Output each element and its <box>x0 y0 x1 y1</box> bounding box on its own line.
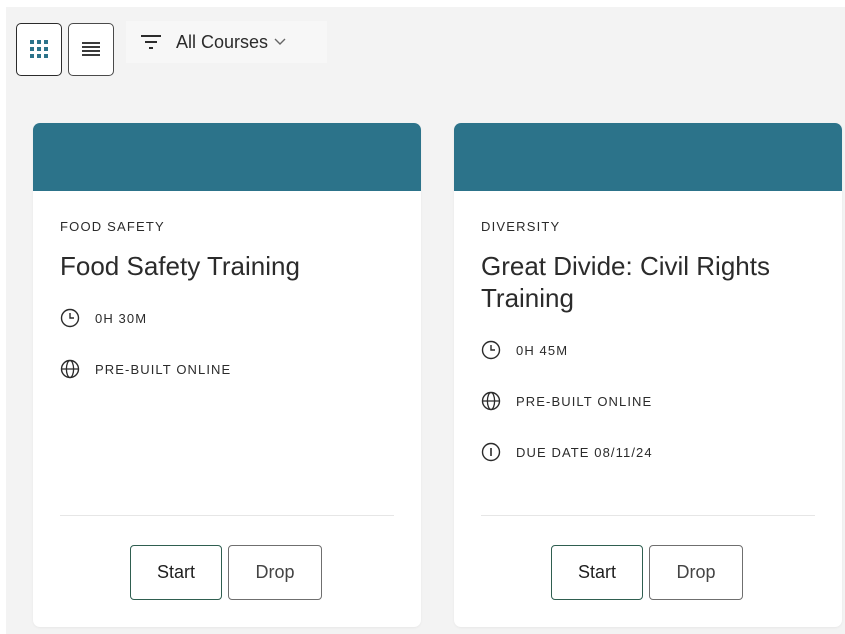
card-divider <box>60 515 394 516</box>
course-format: PRE-BUILT ONLINE <box>60 359 393 379</box>
card-divider <box>481 515 815 516</box>
course-card: FOOD SAFETY Food Safety Training 0H 30M … <box>33 123 421 627</box>
clock-icon <box>481 340 501 360</box>
grid-dots-icon <box>30 40 48 58</box>
course-format-text: PRE-BUILT ONLINE <box>95 361 232 377</box>
clock-icon <box>60 308 80 328</box>
course-due-date: DUE DATE 08/11/24 <box>481 442 814 462</box>
drop-button[interactable]: Drop <box>649 545 743 600</box>
list-view-button[interactable] <box>68 22 114 76</box>
course-title: Great Divide: Civil Rights Training <box>481 251 770 313</box>
course-category: FOOD SAFETY <box>60 219 165 234</box>
drop-button[interactable]: Drop <box>228 545 322 600</box>
start-button[interactable]: Start <box>551 545 643 600</box>
grid-view-button[interactable] <box>16 22 62 76</box>
course-duration: 0H 45M <box>481 340 814 360</box>
card-actions: Start Drop <box>551 545 743 600</box>
course-filter-dropdown[interactable]: All Courses <box>126 21 327 63</box>
course-card: DIVERSITY Great Divide: Civil Rights Tra… <box>454 123 842 627</box>
course-title: Food Safety Training <box>60 251 300 281</box>
list-lines-icon <box>82 42 100 56</box>
course-due-date-text: DUE DATE 08/11/24 <box>516 444 653 460</box>
globe-icon <box>60 359 80 379</box>
info-icon <box>481 442 501 462</box>
globe-icon <box>481 391 501 411</box>
course-card-banner <box>33 123 421 191</box>
chevron-down-icon <box>274 38 286 46</box>
filter-label: All Courses <box>176 31 269 52</box>
card-actions: Start Drop <box>130 545 322 600</box>
filter-icon <box>141 34 163 50</box>
course-duration: 0H 30M <box>60 308 393 328</box>
course-duration-text: 0H 45M <box>516 342 569 358</box>
course-format-text: PRE-BUILT ONLINE <box>516 393 653 409</box>
course-card-banner <box>454 123 842 191</box>
start-button[interactable]: Start <box>130 545 222 600</box>
course-format: PRE-BUILT ONLINE <box>481 391 814 411</box>
course-duration-text: 0H 30M <box>95 310 148 326</box>
course-category: DIVERSITY <box>481 219 561 234</box>
view-toggle-group <box>16 21 120 77</box>
